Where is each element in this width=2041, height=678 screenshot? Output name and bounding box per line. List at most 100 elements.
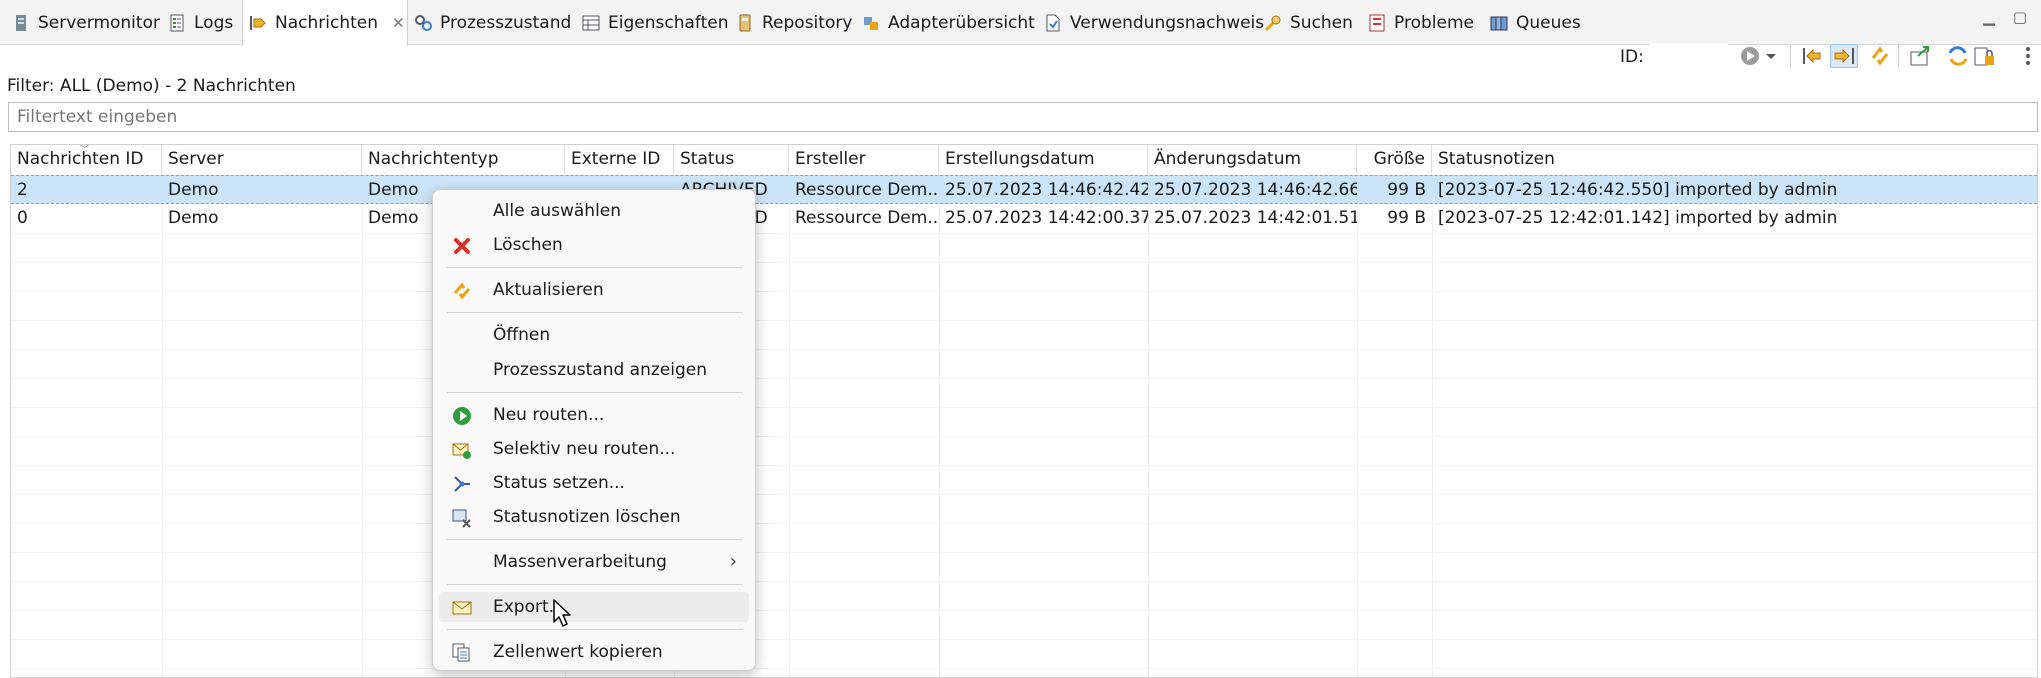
adapter-overview-icon bbox=[862, 14, 880, 32]
toolbar-separator bbox=[1898, 44, 1899, 68]
column-header-groesse[interactable]: Größe bbox=[1357, 145, 1432, 174]
cell-notes: [2023-07-25 12:42:01.142] imported by ad… bbox=[1438, 208, 1838, 228]
cell-modified: 25.07.2023 14:42:01.514 bbox=[1154, 208, 1357, 228]
menu-item-set-status[interactable]: Status setzen... bbox=[439, 468, 749, 498]
refresh-icon[interactable] bbox=[1868, 44, 1892, 68]
mouse-cursor-icon bbox=[552, 598, 574, 628]
column-header-nachrichtentyp[interactable]: Nachrichtentyp bbox=[362, 145, 565, 174]
menu-item-show-process-state[interactable]: Prozesszustand anzeigen bbox=[439, 355, 749, 385]
tab-label: Eigenschaften bbox=[608, 12, 729, 33]
menu-item-select-all[interactable]: Alle auswählen bbox=[439, 196, 749, 226]
menu-item-bulk-processing[interactable]: Massenverarbeitung › bbox=[439, 547, 749, 577]
tab-suchen[interactable]: Suchen bbox=[1264, 0, 1353, 45]
filter-summary: Filter: ALL (Demo) - 2 Nachrichten bbox=[7, 76, 296, 96]
minimize-icon[interactable]: ▁ bbox=[1983, 8, 1995, 26]
column-header-ersteller[interactable]: Ersteller bbox=[789, 145, 939, 174]
process-state-icon bbox=[414, 14, 432, 32]
tab-repository[interactable]: Repository bbox=[736, 0, 852, 45]
menu-separator bbox=[447, 312, 743, 313]
play-green-icon bbox=[452, 406, 472, 426]
menu-item-delete-status-notes[interactable]: Statusnotizen löschen bbox=[439, 502, 749, 532]
cell-modified: 25.07.2023 14:46:42.662 bbox=[1154, 180, 1357, 200]
tab-label: Queues bbox=[1516, 12, 1581, 33]
delete-icon bbox=[452, 236, 472, 256]
chevron-right-icon: › bbox=[729, 551, 737, 572]
properties-icon bbox=[582, 14, 600, 32]
menu-item-refresh[interactable]: Aktualisieren bbox=[439, 275, 749, 305]
table-row[interactable]: 0 Demo Demo ARCHIVED Ressource Dem... 25… bbox=[11, 204, 2037, 233]
queues-icon bbox=[1490, 14, 1508, 32]
cell-creator: Ressource Dem... bbox=[795, 180, 939, 200]
tab-logs[interactable]: Logs bbox=[168, 0, 233, 45]
column-header-server[interactable]: Server bbox=[162, 145, 362, 174]
context-menu: Alle auswählen Löschen Aktualisieren Öff… bbox=[432, 189, 756, 671]
cell-id: 2 bbox=[17, 180, 28, 200]
tab-queues[interactable]: Queues bbox=[1490, 0, 1581, 45]
view-toolbar bbox=[0, 40, 2041, 78]
id-input[interactable] bbox=[1650, 43, 1728, 71]
menu-item-copy-cell-value[interactable]: Zellenwert kopieren bbox=[439, 637, 749, 667]
envelope-icon bbox=[452, 598, 472, 618]
logs-icon bbox=[168, 14, 186, 32]
menu-separator bbox=[447, 392, 743, 393]
column-header-erstellungsdatum[interactable]: Erstellungsdatum bbox=[939, 145, 1148, 174]
cell-size: 99 B bbox=[1387, 180, 1426, 200]
play-icon[interactable] bbox=[1738, 44, 1762, 68]
filter-input[interactable] bbox=[8, 102, 2038, 132]
tab-label: Repository bbox=[762, 12, 853, 33]
tab-servermonitor[interactable]: Servermonitor bbox=[12, 0, 160, 45]
cell-server: Demo bbox=[168, 208, 219, 228]
previous-icon[interactable] bbox=[1800, 44, 1824, 68]
menu-separator bbox=[447, 584, 743, 585]
tab-label: Probleme bbox=[1394, 12, 1474, 33]
tab-label: Suchen bbox=[1290, 12, 1353, 33]
tab-label: Logs bbox=[194, 12, 234, 33]
cell-creator: Ressource Dem... bbox=[795, 208, 939, 228]
view-menu-icon[interactable] bbox=[2022, 44, 2034, 68]
tab-probleme[interactable]: Probleme bbox=[1368, 0, 1474, 45]
column-header-aenderungsdatum[interactable]: Änderungsdatum bbox=[1148, 145, 1357, 174]
cell-created: 25.07.2023 14:42:00.379 bbox=[945, 208, 1148, 228]
search-icon bbox=[1264, 14, 1282, 32]
tab-adapteruebersicht[interactable]: Adapterübersicht bbox=[862, 0, 1035, 45]
column-header-status[interactable]: Status bbox=[674, 145, 789, 174]
menu-separator bbox=[447, 629, 743, 630]
tab-label: Servermonitor bbox=[38, 12, 160, 33]
menu-item-export[interactable]: Export... bbox=[439, 592, 749, 622]
status-branch-icon bbox=[452, 474, 472, 494]
repository-icon bbox=[736, 14, 754, 32]
close-icon[interactable]: ✕ bbox=[392, 14, 405, 32]
next-icon[interactable] bbox=[1830, 44, 1858, 68]
sync-icon[interactable] bbox=[1946, 44, 1970, 68]
table-row[interactable]: 2 Demo Demo ARCHIVED Ressource Dem... 25… bbox=[11, 175, 2037, 204]
menu-item-reroute[interactable]: Neu routen... bbox=[439, 400, 749, 430]
column-header-externe-id[interactable]: Externe ID bbox=[565, 145, 674, 174]
tab-prozesszustand[interactable]: Prozesszustand bbox=[414, 0, 571, 45]
menu-item-delete[interactable]: Löschen bbox=[439, 230, 749, 260]
cell-id: 0 bbox=[17, 208, 28, 228]
maximize-icon[interactable]: ▢ bbox=[2013, 8, 2027, 26]
tab-eigenschaften[interactable]: Eigenschaften bbox=[582, 0, 728, 45]
lock-columns-icon[interactable] bbox=[1972, 44, 1996, 68]
chevron-down-icon[interactable] bbox=[1764, 44, 1778, 68]
menu-item-open[interactable]: Öffnen bbox=[439, 320, 749, 350]
tab-label: Verwendungsnachweis bbox=[1070, 12, 1265, 33]
export-view-icon[interactable] bbox=[1908, 44, 1932, 68]
cell-created: 25.07.2023 14:46:42.421 bbox=[945, 180, 1148, 200]
menu-separator bbox=[447, 539, 743, 540]
messages-icon bbox=[249, 14, 267, 32]
view-tab-bar: Servermonitor Logs Nachrichten ✕ Prozess… bbox=[0, 0, 2041, 46]
id-label: ID: bbox=[1620, 47, 1644, 67]
problems-icon bbox=[1368, 14, 1386, 32]
column-header-statusnotizen[interactable]: Statusnotizen bbox=[1432, 145, 2037, 174]
table-header: Nachrichten ID ﹀ Server Nachrichtentyp E… bbox=[11, 145, 2037, 176]
cell-size: 99 B bbox=[1387, 208, 1426, 228]
copy-icon bbox=[452, 643, 472, 663]
tab-verwendungsnachweis[interactable]: Verwendungsnachweis bbox=[1044, 0, 1264, 45]
envelope-route-icon bbox=[452, 440, 472, 460]
usage-icon bbox=[1044, 14, 1062, 32]
messages-table: Nachrichten ID ﹀ Server Nachrichtentyp E… bbox=[10, 144, 2038, 678]
notes-delete-icon bbox=[452, 508, 472, 528]
cell-notes: [2023-07-25 12:46:42.550] imported by ad… bbox=[1438, 180, 1838, 200]
menu-item-selective-reroute[interactable]: Selektiv neu routen... bbox=[439, 434, 749, 464]
